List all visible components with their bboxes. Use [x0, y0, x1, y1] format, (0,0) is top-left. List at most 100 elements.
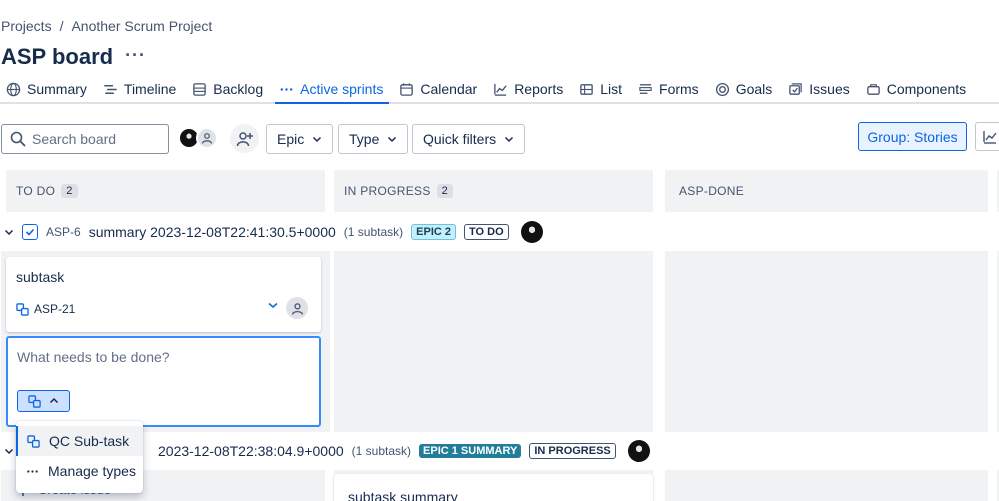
- menu-item-label: Manage types: [48, 463, 136, 479]
- column-header-todo: TO DO 2: [6, 170, 325, 212]
- target-icon: [715, 82, 729, 96]
- priority-low-icon: [268, 302, 278, 308]
- search-field[interactable]: [1, 124, 169, 154]
- add-people-button[interactable]: [230, 124, 259, 153]
- quick-filters-button[interactable]: Quick filters: [412, 124, 526, 154]
- subtask-icon: [27, 434, 40, 448]
- column-name: ASP-DONE: [679, 184, 745, 198]
- tab-reports[interactable]: Reports: [487, 76, 573, 102]
- column-cell-done: [665, 470, 988, 501]
- subtask-icon: [16, 302, 29, 316]
- column-cell-in-progress: [334, 251, 653, 432]
- subtask-count: (1 subtask): [351, 444, 412, 458]
- list-icon: [580, 83, 593, 95]
- status-badge: TO DO: [464, 224, 509, 240]
- user-icon: [291, 302, 303, 315]
- menu-item-label: QC Sub-task: [49, 433, 130, 449]
- chevron-down-icon[interactable]: [4, 446, 14, 456]
- create-placeholder: What needs to be done?: [17, 349, 170, 365]
- tab-reports-label: Reports: [514, 81, 564, 97]
- tab-goals[interactable]: Goals: [709, 76, 783, 102]
- breadcrumb-separator: /: [59, 18, 64, 34]
- timeline-icon: [104, 84, 117, 94]
- chart-line-icon: [494, 83, 507, 96]
- group-by-button[interactable]: Group: Stories: [858, 122, 967, 151]
- tab-active-sprints[interactable]: Active sprints: [273, 76, 393, 104]
- tab-calendar[interactable]: Calendar: [393, 76, 487, 102]
- tab-summary-label: Summary: [27, 81, 87, 97]
- card-title: subtask summary: [348, 489, 458, 501]
- tab-timeline[interactable]: Timeline: [97, 76, 186, 102]
- tab-backlog[interactable]: Backlog: [186, 76, 273, 102]
- tab-backlog-label: Backlog: [213, 81, 264, 97]
- menu-item-qc-subtask[interactable]: QC Sub-task: [16, 426, 143, 456]
- breadcrumb: Projects / Another Scrum Project: [1, 18, 212, 34]
- column-header-in-progress: IN PROGRESS 2: [334, 170, 653, 212]
- chevron-down-icon: [505, 136, 514, 143]
- unassigned-avatar[interactable]: [196, 127, 218, 149]
- search-icon: [10, 131, 26, 147]
- inline-create-field[interactable]: What needs to be done?: [6, 336, 321, 427]
- issue-key[interactable]: ASP-6: [46, 225, 81, 239]
- status-badge: IN PROGRESS: [529, 443, 616, 459]
- avatar[interactable]: [627, 440, 650, 462]
- tab-list[interactable]: List: [573, 76, 632, 102]
- calendar-icon: [400, 82, 414, 96]
- tab-components[interactable]: Components: [860, 76, 976, 102]
- tab-list-label: List: [600, 81, 623, 97]
- story-type-icon: [22, 224, 38, 240]
- backlog-icon: [193, 82, 207, 96]
- quick-filters-label: Quick filters: [423, 131, 497, 147]
- issue-card[interactable]: subtask summary: [334, 474, 653, 501]
- epic-badge: EPIC 1 SUMMARY: [419, 444, 522, 458]
- tab-goals-label: Goals: [735, 81, 773, 97]
- tab-timeline-label: Timeline: [123, 81, 177, 97]
- globe-icon: [6, 82, 21, 96]
- chevron-up-icon: [49, 397, 59, 404]
- tab-calendar-label: Calendar: [420, 81, 478, 97]
- check-icon: [25, 228, 35, 236]
- menu-item-manage-types[interactable]: Manage types: [16, 456, 143, 486]
- issues-icon: [789, 82, 802, 95]
- issue-type-selector[interactable]: [17, 390, 70, 412]
- user-icon: [201, 133, 213, 144]
- epic-filter-label: Epic: [277, 131, 305, 147]
- epic-filter-button[interactable]: Epic: [266, 124, 334, 154]
- subtask-icon: [28, 394, 41, 408]
- unassigned-avatar[interactable]: [286, 297, 308, 319]
- more-actions-button[interactable]: ···: [125, 45, 146, 66]
- tab-summary[interactable]: Summary: [0, 76, 97, 102]
- card-key-row: ASP-21: [16, 302, 75, 316]
- type-filter-label: Type: [349, 131, 380, 147]
- insights-button[interactable]: [975, 122, 999, 151]
- card-title: subtask: [16, 269, 65, 285]
- dots-icon: [280, 87, 293, 91]
- issue-summary: 2023-12-08T22:38:04.9+0000: [158, 443, 344, 459]
- tab-forms[interactable]: Forms: [632, 76, 709, 102]
- chevron-down-icon: [388, 136, 397, 143]
- tab-components-label: Components: [886, 81, 967, 97]
- search-input[interactable]: [32, 131, 152, 147]
- issue-summary: summary 2023-12-08T22:41:30.5+0000: [88, 224, 336, 240]
- chart-line-icon: [983, 130, 997, 144]
- column-cell-done: [665, 251, 988, 432]
- card-key[interactable]: ASP-21: [34, 302, 75, 316]
- avatar-group: [178, 127, 218, 149]
- column-count: 2: [61, 184, 78, 198]
- components-icon: [866, 83, 880, 95]
- add-person-icon: [236, 131, 253, 146]
- type-filter-button[interactable]: Type: [338, 124, 409, 154]
- issue-card[interactable]: subtask ASP-21: [6, 257, 321, 332]
- forms-icon: [639, 83, 652, 94]
- tab-issues[interactable]: Issues: [782, 76, 859, 102]
- chevron-down-icon: [313, 136, 322, 143]
- column-header-done: ASP-DONE: [665, 170, 988, 212]
- swimlane-header[interactable]: ASP-6 summary 2023-12-08T22:41:30.5+0000…: [4, 220, 543, 244]
- avatar[interactable]: [520, 221, 543, 243]
- project-tabs: Summary Timeline Backlog Active sprints …: [0, 76, 999, 104]
- chevron-down-icon[interactable]: [4, 227, 14, 237]
- breadcrumb-project-link[interactable]: Another Scrum Project: [71, 18, 212, 34]
- column-name: TO DO: [16, 184, 56, 198]
- more-icon: [27, 469, 38, 473]
- breadcrumb-projects-link[interactable]: Projects: [1, 18, 52, 34]
